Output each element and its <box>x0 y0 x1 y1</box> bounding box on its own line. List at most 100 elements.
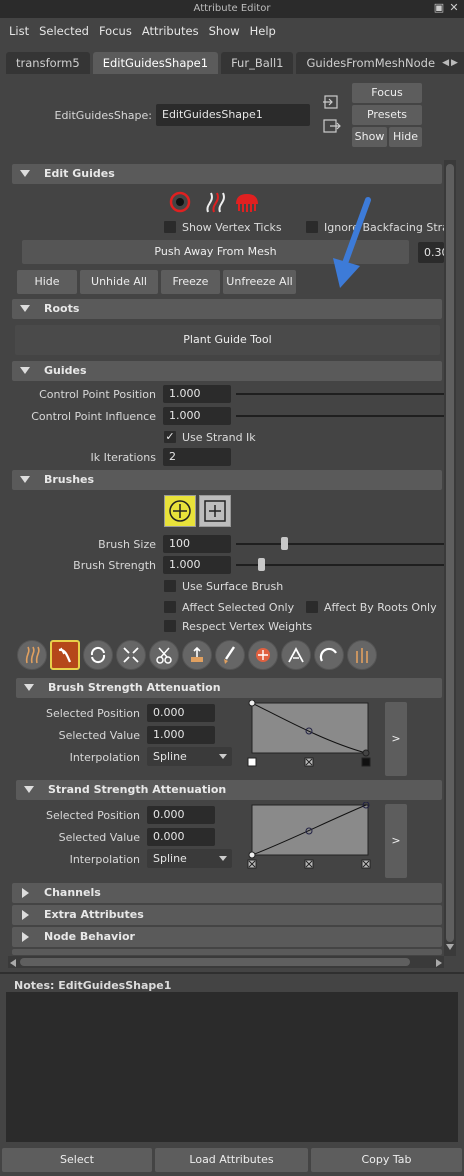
scroll-right-icon[interactable] <box>436 959 442 967</box>
cut-brush-icon[interactable] <box>149 640 179 670</box>
square-brush-mode-icon[interactable] <box>199 495 231 527</box>
load-attributes-button[interactable]: Load Attributes <box>155 1148 308 1172</box>
brush-atten-expand-button[interactable]: > <box>385 702 407 776</box>
tab-scroll[interactable]: ◀ ▶ <box>436 52 464 74</box>
unhide-all-button[interactable]: Unhide All <box>80 270 158 294</box>
affect-by-roots-only-checkbox[interactable] <box>306 601 318 613</box>
focus-button[interactable]: Focus <box>352 83 422 103</box>
select-guides-icon[interactable] <box>168 190 192 214</box>
horizontal-scrollbar[interactable] <box>8 956 444 968</box>
menu-focus[interactable]: Focus <box>94 18 137 44</box>
smooth-brush-icon[interactable] <box>17 640 47 670</box>
section-node-behavior[interactable]: Node Behavior <box>12 927 442 947</box>
tab-scroll-left-icon[interactable]: ◀ <box>442 58 449 68</box>
section-partially-hidden <box>12 949 442 955</box>
unfreeze-all-button[interactable]: Unfreeze All <box>223 270 296 294</box>
use-surface-brush-checkbox[interactable] <box>164 580 176 592</box>
horizontal-scrollbar-thumb[interactable] <box>20 958 410 966</box>
node-name-field[interactable]: EditGuidesShape1 <box>156 104 310 126</box>
cp-influence-field[interactable]: 1.000 <box>163 407 231 425</box>
menu-show[interactable]: Show <box>204 18 245 44</box>
show-vertex-ticks-checkbox[interactable] <box>164 221 176 233</box>
menu-attributes[interactable]: Attributes <box>137 18 204 44</box>
paint-brush-icon[interactable] <box>215 640 245 670</box>
scale-brush-icon[interactable] <box>116 640 146 670</box>
ignore-backfacing-checkbox[interactable] <box>306 221 318 233</box>
vertical-scrollbar-thumb[interactable] <box>446 164 454 942</box>
strand-atten-interp-label: Interpolation <box>69 853 140 866</box>
section-title: Node Behavior <box>44 930 135 943</box>
comb-strands-icon[interactable] <box>203 190 227 214</box>
strand-atten-sel-val-field[interactable]: 0.000 <box>147 828 215 846</box>
brush-strength-slider-handle[interactable] <box>258 558 265 571</box>
freeze-button[interactable]: Freeze <box>161 270 220 294</box>
hair-brush-icon[interactable] <box>233 190 261 214</box>
twist-brush-icon[interactable] <box>83 640 113 670</box>
brush-atten-sel-pos-field[interactable]: 0.000 <box>147 704 215 722</box>
strand-atten-expand-button[interactable]: > <box>385 804 407 878</box>
section-channels[interactable]: Channels <box>12 883 442 903</box>
push-away-value[interactable]: 0.30 <box>418 242 444 263</box>
close-window-icon[interactable]: ✕ <box>448 2 460 14</box>
section-brushes[interactable]: Brushes <box>12 470 442 490</box>
section-brush-strength-attenuation[interactable]: Brush Strength Attenuation <box>16 678 442 698</box>
strand-atten-interp-dropdown[interactable]: Spline <box>147 849 232 868</box>
affect-selected-only-checkbox[interactable] <box>164 601 176 613</box>
tab-fur-ball1[interactable]: Fur_Ball1 <box>221 52 294 74</box>
section-extra-attributes[interactable]: Extra Attributes <box>12 905 442 925</box>
affect-selected-only-label: Affect Selected Only <box>182 601 295 614</box>
menu-selected[interactable]: Selected <box>34 18 94 44</box>
brush-atten-ramp[interactable] <box>246 699 374 770</box>
brush-size-slider[interactable] <box>236 543 444 545</box>
copy-tab-button[interactable]: Copy Tab <box>311 1148 462 1172</box>
tab-editguidesshape1[interactable]: EditGuidesShape1 <box>92 52 219 74</box>
tab-guidesfrommeshnode1[interactable]: GuidesFromMeshNode1 <box>296 52 453 74</box>
scroll-down-icon[interactable] <box>446 944 454 950</box>
brush-strength-field[interactable]: 1.000 <box>163 556 231 574</box>
lengthen-brush-icon[interactable] <box>182 640 212 670</box>
comb-brush-icon[interactable] <box>50 640 80 670</box>
curl-brush-icon[interactable] <box>314 640 344 670</box>
vertical-scrollbar[interactable] <box>444 160 456 956</box>
section-title: Guides <box>44 364 87 377</box>
brush-atten-interp-dropdown[interactable]: Spline <box>147 747 232 766</box>
cp-influence-slider[interactable] <box>236 415 444 417</box>
use-strand-ik-checkbox[interactable]: ✓ <box>164 431 176 443</box>
brush-size-slider-handle[interactable] <box>281 537 288 550</box>
clump-brush-icon[interactable] <box>281 640 311 670</box>
strand-atten-sel-pos-field[interactable]: 0.000 <box>147 806 215 824</box>
presets-button[interactable]: Presets <box>352 105 422 125</box>
float-window-icon[interactable]: ▣ <box>433 2 445 14</box>
strand-atten-ramp[interactable] <box>246 801 374 872</box>
add-brush-mode-icon[interactable] <box>164 495 196 527</box>
load-output-icon[interactable] <box>322 118 342 134</box>
brush-atten-sel-val-field[interactable]: 1.000 <box>147 726 215 744</box>
section-roots[interactable]: Roots <box>12 299 442 319</box>
notes-header: Notes: EditGuidesShape1 <box>14 979 171 992</box>
expand-triangle-icon <box>20 305 30 312</box>
brush-strength-slider[interactable] <box>236 564 444 566</box>
respect-vertex-weights-checkbox[interactable] <box>164 620 176 632</box>
tab-scroll-right-icon[interactable]: ▶ <box>451 58 458 68</box>
hide-button[interactable]: Hide <box>389 127 422 147</box>
section-edit-guides[interactable]: Edit Guides <box>12 164 442 184</box>
puff-brush-icon[interactable] <box>248 640 278 670</box>
brush-atten-interp-value: Spline <box>153 750 187 763</box>
brush-size-field[interactable]: 100 <box>163 535 231 553</box>
tab-transform5[interactable]: transform5 <box>6 52 90 74</box>
straighten-brush-icon[interactable] <box>347 640 377 670</box>
load-input-icon[interactable] <box>322 94 342 110</box>
section-strand-strength-attenuation[interactable]: Strand Strength Attenuation <box>16 780 442 800</box>
ik-iterations-field[interactable]: 2 <box>163 448 231 466</box>
menu-list[interactable]: List <box>4 18 34 44</box>
show-button[interactable]: Show <box>352 127 387 147</box>
section-guides[interactable]: Guides <box>12 361 442 381</box>
cp-position-field[interactable]: 1.000 <box>163 385 231 403</box>
plant-guide-tool-button[interactable]: Plant Guide Tool <box>15 325 440 355</box>
cp-position-slider[interactable] <box>236 393 444 395</box>
hide-guides-button[interactable]: Hide <box>17 270 77 294</box>
notes-textarea[interactable] <box>6 992 458 1142</box>
select-button[interactable]: Select <box>2 1148 152 1172</box>
scroll-left-icon[interactable] <box>10 959 16 967</box>
menu-help[interactable]: Help <box>245 18 281 44</box>
